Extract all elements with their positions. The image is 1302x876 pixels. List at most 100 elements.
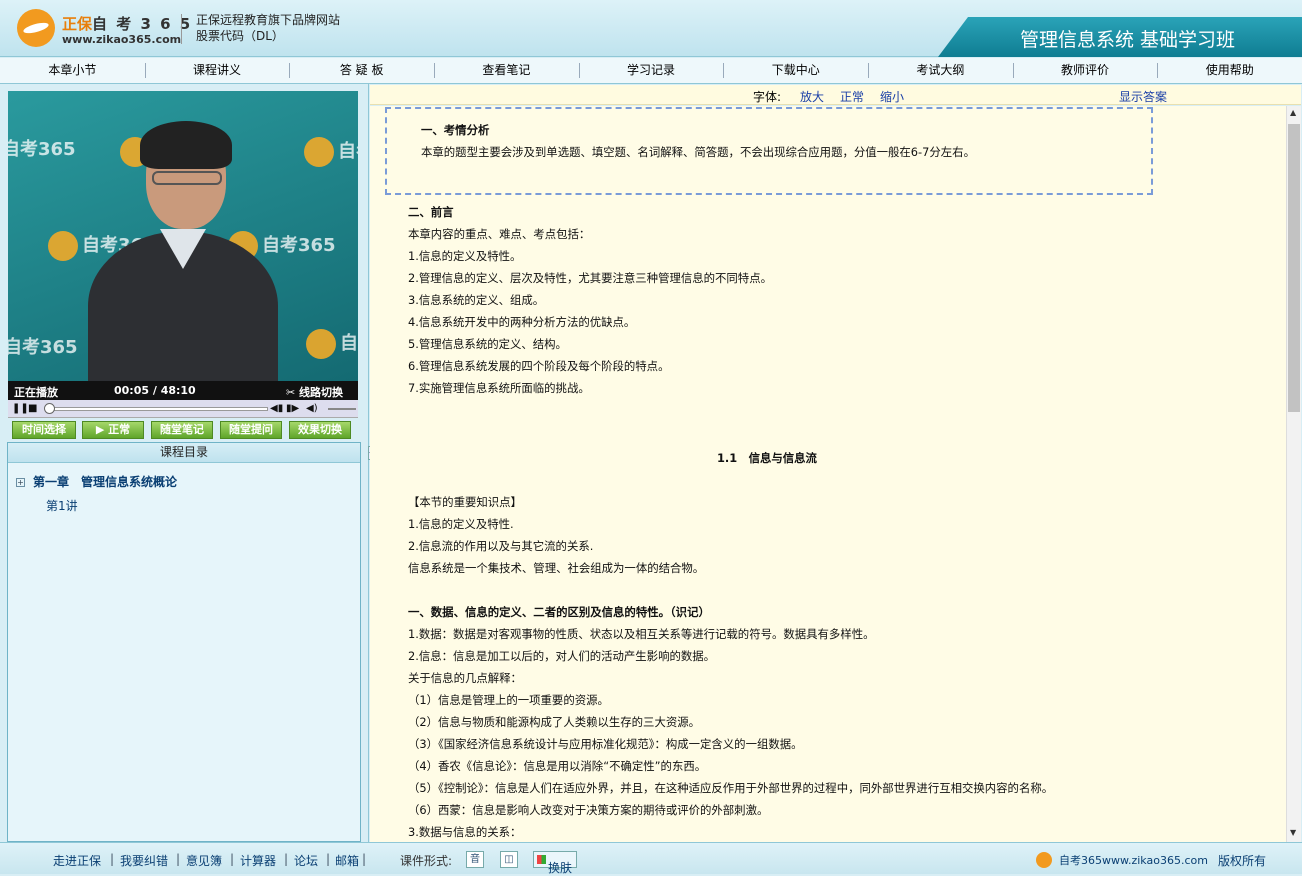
analysis-title: 一、考情分析 [421, 123, 490, 137]
forward-icon[interactable]: ▮▶ [286, 403, 299, 415]
preface-item: 2.管理信息的定义、层次及特性，尤其要注意三种管理信息的不同特点。 [408, 271, 772, 285]
footer-separator: | [110, 852, 115, 866]
footer-separator: | [326, 852, 331, 866]
preface-intro: 本章内容的重点、难点、考点包括： [408, 227, 591, 241]
video-watermark-right: 自考365 [304, 137, 358, 167]
nav-download-center[interactable]: 下载中心 [723, 58, 868, 83]
scroll-up-icon[interactable]: ▲ [1290, 108, 1296, 117]
footer-site-link[interactable]: 自考365www.zikao365.com [1059, 852, 1208, 868]
part1-line: （5）《控制论》：信息是人们在适应外界，并且，在这种适应反作用于外部世界的过程中… [408, 781, 1054, 795]
video-player[interactable]: 自考365 自考365 自考365 自考365 自考365 自考365 [8, 91, 358, 381]
font-smaller-link[interactable]: 缩小 [880, 88, 904, 105]
header-bar: 正保自 考 3 6 5 www.zikao365.com 正保远程教育旗下品牌网… [0, 0, 1302, 57]
switch-line-button[interactable]: ✂ 线路切换 [286, 384, 343, 400]
footer-link-report-error[interactable]: 我要纠错 [120, 852, 168, 869]
volume-icon[interactable]: ◀) [306, 403, 318, 415]
video-watermark-bottom-right: 自考365 [306, 329, 358, 359]
footer-link-about[interactable]: 走进正保 [53, 852, 101, 869]
footer-link-forum[interactable]: 论坛 [294, 852, 318, 869]
seek-knob[interactable] [44, 403, 55, 414]
toc-header: 课程目录 [8, 443, 360, 463]
footer-link-mail[interactable]: 邮箱 [335, 852, 359, 869]
font-larger-link[interactable]: 放大 [800, 88, 824, 105]
rewind-icon[interactable]: ◀▮ [270, 403, 283, 415]
font-normal-link[interactable]: 正常 [840, 88, 864, 105]
logo-brand: 正保 [62, 15, 93, 33]
video-watermark: 自考365 [8, 139, 76, 160]
video-controls: ❚❚ ■ ◀▮ ▮▶ ◀) [8, 400, 358, 418]
preface-item: 7.实施管理信息系统所面临的挑战。 [408, 381, 590, 395]
header-divider [181, 14, 182, 44]
time-select-button[interactable]: 时间选择 [12, 421, 76, 439]
toc-chapter-1[interactable]: + 第一章 管理信息系统概论 [16, 473, 177, 490]
site-logo[interactable]: 正保自 考 3 6 5 www.zikao365.com [17, 9, 190, 49]
preface-item: 3.信息系统的定义、组成。 [408, 293, 545, 307]
key-point: 1.信息的定义及特性. [408, 517, 514, 531]
content-scrollbar[interactable]: ▲ ▼ [1286, 106, 1301, 842]
part1-line: （6）西蒙：信息是影响人改变对于决策方案的期待或评价的外部刺激。 [408, 803, 769, 817]
skin-palette-icon [537, 855, 546, 864]
nav-chapter-summary[interactable]: 本章小节 [0, 58, 145, 83]
part1-line: 3.数据与信息的关系： [408, 825, 522, 839]
footer-link-calculator[interactable]: 计算器 [240, 852, 276, 869]
player-button-row: 时间选择 ▶ 正常 随堂笔记 随堂提问 效果切换 [8, 420, 358, 442]
class-notes-button[interactable]: 随堂笔记 [151, 421, 213, 439]
format-layout-icon[interactable]: ◫ [500, 851, 518, 868]
main-nav: 本章小节 课程讲义 答 疑 板 查看笔记 学习记录 下载中心 考试大纲 教师评价… [0, 58, 1302, 84]
scroll-down-icon[interactable]: ▼ [1290, 828, 1296, 837]
preface-item: 4.信息系统开发中的两种分析方法的优缺点。 [408, 315, 636, 329]
part1-line: 关于信息的几点解释： [408, 671, 522, 685]
footer-separator: | [284, 852, 289, 866]
toc-lecture-1[interactable]: 第1讲 [46, 497, 78, 514]
header-subtitle: 正保远程教育旗下品牌网站 [196, 13, 341, 27]
logo-url: www.zikao365.com [62, 33, 182, 46]
skin-button[interactable]: 换肤 [533, 851, 577, 875]
scrollbar-thumb[interactable] [1288, 124, 1300, 412]
font-toolbar: 字体: 放大 正常 缩小 显示答案 [370, 85, 1301, 105]
copyright: 版权所有 [1218, 854, 1267, 868]
normal-speed-button[interactable]: ▶ 正常 [82, 421, 144, 439]
class-question-button[interactable]: 随堂提问 [220, 421, 282, 439]
seek-bar[interactable] [46, 407, 268, 411]
nav-study-records[interactable]: 学习记录 [578, 58, 724, 83]
header-info: 正保远程教育旗下品牌网站 股票代码（DL） [196, 12, 340, 44]
preface-item: 5.管理信息系统的定义、结构。 [408, 337, 567, 351]
analysis-text: 本章的题型主要会涉及到单选题、填空题、名词解释、简答题，不会出现综合应用题，分值… [421, 145, 975, 159]
format-audio-button[interactable]: 音 [466, 851, 484, 868]
show-answer-link[interactable]: 显示答案 [1119, 88, 1167, 105]
playback-status: 正在播放 [14, 386, 58, 399]
part1-line: （3）《国家经济信息系统设计与应用标准化规范》：构成一定含义的一组数据。 [408, 737, 803, 751]
volume-slider[interactable] [328, 408, 356, 410]
preface-title: 二、前言 [408, 205, 454, 219]
part1-line: （2）信息与物质和能源构成了人类赖以生存的三大资源。 [408, 715, 701, 729]
effect-switch-button[interactable]: 效果切换 [289, 421, 351, 439]
footer-separator: | [230, 852, 235, 866]
footer-link-feedback[interactable]: 意见簿 [186, 852, 222, 869]
nav-lecture-notes[interactable]: 课程讲义 [144, 58, 290, 83]
toc-chapter-label: 第一章 管理信息系统概论 [33, 475, 178, 489]
expand-icon[interactable]: + [16, 478, 25, 487]
switch-line-icon: ✂ [286, 386, 300, 399]
part1-line: 2.信息：信息是加工以后的，对人们的活动产生影响的数据。 [408, 649, 716, 663]
stop-icon[interactable]: ■ [28, 403, 37, 415]
lecturer-video-frame [88, 121, 278, 381]
footer-separator: | [362, 852, 367, 866]
key-points-title: 【本节的重要知识点】 [408, 495, 522, 509]
footer-bar: 走进正保 | 我要纠错 | 意见簿 | 计算器 | 论坛 | 邮箱 | 课件形式… [0, 842, 1302, 875]
pause-icon[interactable]: ❚❚ [12, 403, 29, 415]
logo-emblem-icon [17, 9, 55, 47]
video-status-bar: 正在播放 00:05 / 48:10 ✂ 线路切换 [8, 381, 358, 400]
footer-logo-icon [1036, 852, 1052, 868]
section-title: 1.1 信息与信息流 [717, 451, 817, 465]
footer-separator: | [176, 852, 181, 866]
logo-brand-num: 自 考 3 6 5 [92, 15, 193, 33]
playback-time: 00:05 / 48:10 [114, 384, 196, 397]
nav-qa-board[interactable]: 答 疑 板 [289, 58, 434, 83]
part1-title: 一、数据、信息的定义、二者的区别及信息的特性。（识记） [408, 605, 710, 619]
key-point: 2.信息流的作用以及与其它流的关系. [408, 539, 594, 553]
nav-teacher-evaluation[interactable]: 教师评价 [1012, 58, 1158, 83]
course-toc: 课程目录 + 第一章 管理信息系统概论 第1讲 [7, 442, 361, 842]
nav-help[interactable]: 使用帮助 [1157, 58, 1302, 83]
nav-view-notes[interactable]: 查看笔记 [434, 58, 579, 83]
nav-exam-syllabus[interactable]: 考试大纲 [868, 58, 1013, 83]
